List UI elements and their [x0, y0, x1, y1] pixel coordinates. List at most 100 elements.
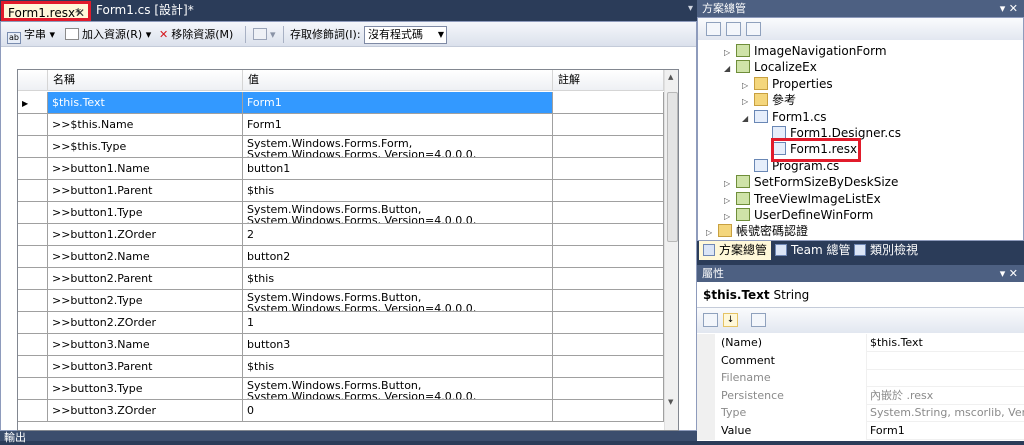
name-cell[interactable]: >>button3.Type: [48, 378, 243, 399]
property-value[interactable]: 內嵌於 .resx: [867, 387, 1024, 405]
property-pages-icon[interactable]: [751, 313, 766, 327]
tab-form1-resx[interactable]: Form1.resx* ✕: [1, 1, 91, 21]
value-cell[interactable]: button2: [243, 246, 553, 267]
name-cell[interactable]: $this.Text: [48, 92, 243, 113]
table-row[interactable]: >>button2.Parent $this: [18, 268, 664, 290]
tab-form1-cs-design[interactable]: Form1.cs [設計]*: [92, 1, 202, 21]
table-row[interactable]: >>button1.Type System.Windows.Forms.Butto…: [18, 202, 664, 224]
table-row[interactable]: >>button2.Name button2: [18, 246, 664, 268]
table-row[interactable]: >>$this.Type System.Windows.Forms.Form, S…: [18, 136, 664, 158]
value-cell[interactable]: $this: [243, 356, 553, 377]
row-header[interactable]: [18, 268, 48, 289]
table-row[interactable]: ▶ $this.Text Form1: [18, 92, 664, 114]
property-value[interactable]: Form1: [867, 422, 1024, 440]
value-cell[interactable]: $this: [243, 268, 553, 289]
table-row[interactable]: >>button2.Type System.Windows.Forms.Butto…: [18, 290, 664, 312]
table-row[interactable]: >>button1.ZOrder 2: [18, 224, 664, 246]
row-header[interactable]: [18, 202, 48, 223]
table-row[interactable]: >>$this.Name Form1: [18, 114, 664, 136]
comment-cell[interactable]: [553, 356, 664, 377]
add-resource-button[interactable]: 加入資源(R) ▾: [65, 27, 151, 43]
name-cell[interactable]: >>button2.Type: [48, 290, 243, 311]
column-header-value[interactable]: 值: [243, 70, 553, 91]
scrollbar-thumb[interactable]: [667, 92, 678, 242]
name-cell[interactable]: >>button3.ZOrder: [48, 400, 243, 421]
comment-cell[interactable]: [553, 334, 664, 355]
comment-cell[interactable]: [553, 92, 664, 113]
row-header[interactable]: [18, 246, 48, 267]
tab-team-explorer[interactable]: Team 總管: [771, 241, 855, 260]
tree-item[interactable]: ▷ 帳號密碼認證: [706, 223, 808, 239]
strings-button[interactable]: ab 字串 ▾: [7, 27, 55, 44]
row-header[interactable]: [18, 180, 48, 201]
tree-item[interactable]: ▷ Properties: [742, 76, 833, 92]
properties-object-selector[interactable]: $this.Text String: [697, 282, 1024, 308]
property-value[interactable]: [867, 369, 1024, 387]
value-cell[interactable]: 1: [243, 312, 553, 333]
comment-cell[interactable]: [553, 312, 664, 333]
table-row[interactable]: >>button3.Parent $this: [18, 356, 664, 378]
comment-cell[interactable]: [553, 158, 664, 179]
tab-class-view[interactable]: 類別檢視: [850, 241, 922, 260]
property-row[interactable]: Comment: [697, 351, 1024, 370]
name-cell[interactable]: >>button2.ZOrder: [48, 312, 243, 333]
comment-cell[interactable]: [553, 400, 664, 421]
vertical-scrollbar[interactable]: ▲ ▼: [664, 70, 678, 430]
tree-item[interactable]: ▷ UserDefineWinForm: [724, 207, 873, 223]
property-value[interactable]: System.String, mscorlib, Version: [867, 404, 1024, 422]
row-header[interactable]: [18, 334, 48, 355]
value-cell[interactable]: System.Windows.Forms.Button, System.Wind…: [243, 378, 553, 399]
comment-cell[interactable]: [553, 290, 664, 311]
value-cell[interactable]: System.Windows.Forms.Button, System.Wind…: [243, 202, 553, 223]
value-cell[interactable]: 2: [243, 224, 553, 245]
name-cell[interactable]: >>$this.Name: [48, 114, 243, 135]
property-row[interactable]: Persistence 內嵌於 .resx: [697, 386, 1024, 405]
row-header[interactable]: [18, 356, 48, 377]
property-value[interactable]: [867, 352, 1024, 370]
property-row[interactable]: Value Form1: [697, 421, 1024, 440]
row-header[interactable]: [18, 378, 48, 399]
property-row[interactable]: TypeSystem.String, mscorlib, Version: [697, 404, 1024, 422]
name-cell[interactable]: >>button1.Type: [48, 202, 243, 223]
show-all-files-icon[interactable]: [726, 22, 741, 36]
value-cell[interactable]: System.Windows.Forms.Form, System.Window…: [243, 136, 553, 157]
expander-icon[interactable]: ◢: [724, 61, 736, 77]
name-cell[interactable]: >>button1.ZOrder: [48, 224, 243, 245]
row-header[interactable]: [18, 312, 48, 333]
tab-dropdown-icon[interactable]: ▾: [688, 3, 693, 14]
comment-cell[interactable]: [553, 378, 664, 399]
value-cell[interactable]: Form1: [243, 114, 553, 135]
name-cell[interactable]: >>button3.Parent: [48, 356, 243, 377]
name-cell[interactable]: >>$this.Type: [48, 136, 243, 157]
table-row[interactable]: >>button1.Name button1: [18, 158, 664, 180]
row-header[interactable]: [18, 400, 48, 421]
row-header[interactable]: ▶: [18, 92, 48, 113]
name-cell[interactable]: >>button1.Parent: [48, 180, 243, 201]
row-header[interactable]: [18, 136, 48, 157]
row-header[interactable]: [18, 114, 48, 135]
comment-cell[interactable]: [553, 202, 664, 223]
name-cell[interactable]: >>button3.Name: [48, 334, 243, 355]
name-cell[interactable]: >>button2.Name: [48, 246, 243, 267]
name-cell[interactable]: >>button1.Name: [48, 158, 243, 179]
refresh-icon[interactable]: [746, 22, 761, 36]
tree-item[interactable]: ▷ TreeViewImageListEx: [724, 191, 881, 207]
value-cell[interactable]: button1: [243, 158, 553, 179]
comment-cell[interactable]: [553, 114, 664, 135]
name-cell[interactable]: >>button2.Parent: [48, 268, 243, 289]
table-row[interactable]: >>button1.Parent $this: [18, 180, 664, 202]
value-cell[interactable]: button3: [243, 334, 553, 355]
table-row[interactable]: >>button3.Name button3: [18, 334, 664, 356]
categorized-icon[interactable]: [703, 313, 718, 327]
value-cell[interactable]: 0: [243, 400, 553, 421]
output-panel-header[interactable]: 輸出: [0, 431, 697, 444]
expander-icon[interactable]: ◢: [742, 111, 754, 127]
row-header[interactable]: [18, 224, 48, 245]
properties-icon[interactable]: [706, 22, 721, 36]
table-row[interactable]: >>button3.ZOrder 0: [18, 400, 664, 422]
remove-resource-button[interactable]: ✕ 移除資源(M): [159, 27, 233, 43]
tree-item[interactable]: ▷ ImageNavigationForm: [724, 43, 887, 59]
tree-item[interactable]: ▷ SetFormSizeByDeskSize: [724, 174, 898, 190]
tab-solution-explorer[interactable]: 方案總管: [699, 241, 772, 260]
alphabetical-icon[interactable]: ↓: [723, 313, 738, 327]
